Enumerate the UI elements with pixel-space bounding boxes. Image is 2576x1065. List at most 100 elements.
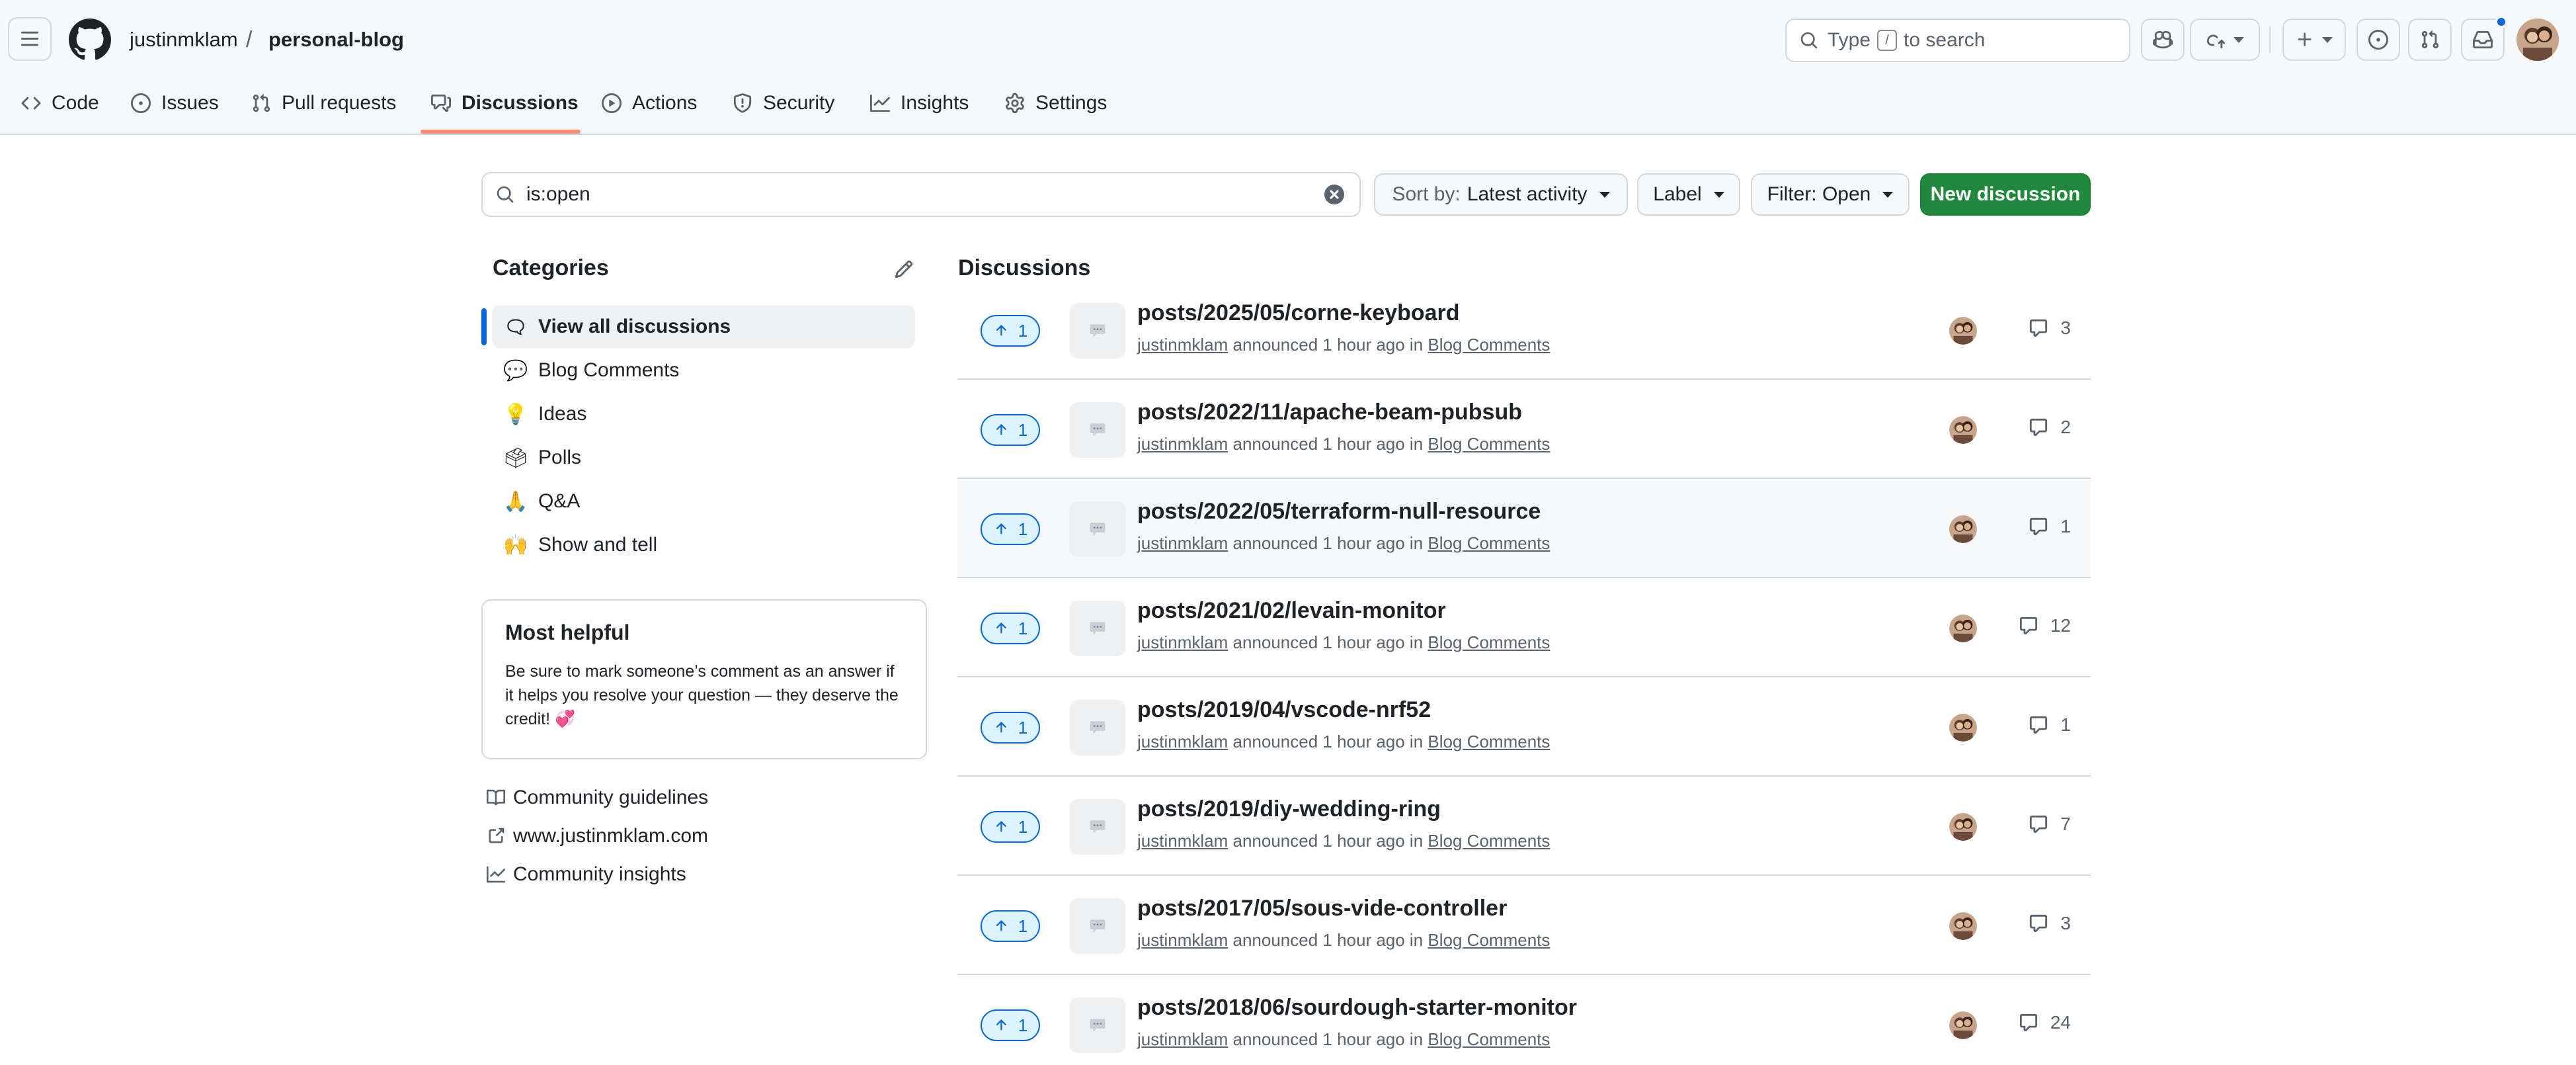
participant-avatar[interactable] [1949,416,1977,444]
edit-categories-icon[interactable] [894,259,914,279]
user-avatar[interactable] [2516,19,2559,61]
discussion-meta: justinmklam announced 1 hour ago in Blog… [1137,831,1550,851]
discussion-row[interactable]: 1 posts/2019/04/vscode-nrf52 justinmklam a… [957,677,2091,777]
global-search-input[interactable]: Type / to search [1785,19,2130,62]
category-ideas[interactable]: 💡 Ideas [492,393,915,435]
comment-count-link[interactable]: 12 [2019,615,2071,636]
upvote-button[interactable]: 1 [981,1009,1040,1041]
discussion-row[interactable]: 1 posts/2019/diy-wedding-ring justinmklam … [957,777,2091,876]
pull-requests-button[interactable] [2408,19,2452,61]
author-link[interactable]: justinmklam [1137,1029,1228,1049]
tab-discussions[interactable]: Discussions [431,85,579,122]
comment-count-link[interactable]: 3 [2029,913,2071,934]
participant-avatar[interactable] [1949,1011,1977,1039]
discussion-title-link[interactable]: posts/2019/04/vscode-nrf52 [1137,697,1431,723]
filter-dropdown[interactable]: Filter: Open [1751,173,1910,216]
comment-count-link[interactable]: 2 [2029,417,2071,438]
discussion-row[interactable]: 1 posts/2022/11/apache-beam-pubsub justinm… [957,380,2091,479]
sort-dropdown[interactable]: Sort by: Latest activity [1374,173,1628,216]
discussion-row[interactable]: 1 posts/2022/05/terraform-null-resource ju… [957,479,2091,578]
category-link[interactable]: Blog Comments [1428,533,1550,553]
discussion-search-input[interactable]: is:open [481,172,1361,217]
category-link[interactable]: Blog Comments [1428,1029,1550,1049]
upvote-button[interactable]: 1 [981,315,1040,347]
upvote-button[interactable]: 1 [981,712,1040,744]
upvote-button[interactable]: 1 [981,910,1040,942]
discussion-title-link[interactable]: posts/2022/11/apache-beam-pubsub [1137,400,1522,425]
author-link[interactable]: justinmklam [1137,930,1228,950]
upvote-button[interactable]: 1 [981,414,1040,446]
tab-insights[interactable]: Insights [870,85,969,122]
issues-button[interactable] [2356,19,2400,61]
community-insights-link[interactable]: Community insights [487,860,686,889]
website-link[interactable]: www.justinmklam.com [487,822,708,851]
participant-avatar[interactable] [1949,714,1977,742]
label-dropdown[interactable]: Label [1637,173,1740,216]
create-new-button[interactable] [2282,19,2346,61]
code-icon [21,97,41,110]
comment-icon [2030,815,2048,833]
github-logo-icon[interactable] [69,19,111,61]
comment-count-link[interactable]: 1 [2029,714,2071,736]
copilot-button[interactable] [2141,19,2185,61]
discussion-row[interactable]: 1 posts/2021/02/levain-monitor justinmklam… [957,578,2091,677]
repo-name-link[interactable]: personal-blog [268,26,404,53]
category-link[interactable]: Blog Comments [1428,434,1550,454]
author-link[interactable]: justinmklam [1137,732,1228,751]
repo-owner-link[interactable]: justinmklam [130,26,238,53]
raised-hands-icon: 🙌 [503,534,528,556]
tab-settings[interactable]: Settings [1005,85,1107,122]
tab-issues[interactable]: Issues [131,85,219,122]
comment-count-link[interactable]: 3 [2029,318,2071,339]
category-link[interactable]: Blog Comments [1428,632,1550,652]
discussion-row[interactable]: 1 posts/2025/05/corne-keyboard justinmklam… [957,280,2091,380]
discussion-title-link[interactable]: posts/2021/02/levain-monitor [1137,598,1446,624]
participant-avatar[interactable] [1949,615,1977,642]
tab-actions[interactable]: Actions [602,85,697,122]
category-link[interactable]: Blog Comments [1428,831,1550,851]
author-link[interactable]: justinmklam [1137,434,1228,454]
community-guidelines-link[interactable]: Community guidelines [487,783,708,812]
tab-code[interactable]: Code [21,85,99,122]
author-link[interactable]: justinmklam [1137,632,1228,652]
comment-count-link[interactable]: 1 [2029,516,2071,537]
discussion-row[interactable]: 1 posts/2017/05/sous-vide-controller justi… [957,876,2091,975]
discussion-title-link[interactable]: posts/2025/05/corne-keyboard [1137,300,1460,326]
author-link[interactable]: justinmklam [1137,831,1228,851]
discussion-title-link[interactable]: posts/2018/06/sourdough-starter-monitor [1137,995,1577,1021]
comment-count-link[interactable]: 7 [2029,814,2071,835]
upvote-button[interactable]: 1 [981,811,1040,843]
copilot-icon [2153,30,2173,49]
participant-avatar[interactable] [1949,813,1977,841]
discussion-title-link[interactable]: posts/2022/05/terraform-null-resource [1137,499,1541,525]
tab-pull-requests[interactable]: Pull requests [251,85,396,122]
speech-balloon-icon [1090,324,1106,337]
category-show-and-tell[interactable]: 🙌 Show and tell [492,524,915,566]
upvote-button[interactable]: 1 [981,613,1040,644]
participant-avatar[interactable] [1949,515,1977,543]
upvote-button[interactable]: 1 [981,513,1040,545]
discussion-title-link[interactable]: posts/2017/05/sous-vide-controller [1137,896,1507,921]
copilot-menu-button[interactable] [2190,19,2260,61]
global-header: justinmklam / personal-blog Type / to se… [0,0,2576,135]
category-link[interactable]: Blog Comments [1428,732,1550,751]
menu-button[interactable] [8,17,52,61]
tab-security[interactable]: Security [733,85,834,122]
category-blog-comments[interactable]: 💬 Blog Comments [492,349,915,392]
participant-avatar[interactable] [1949,912,1977,940]
category-qa[interactable]: 🙏 Q&A [492,480,915,523]
discussion-action: announced 1 hour ago in [1232,831,1424,851]
category-link[interactable]: Blog Comments [1428,335,1550,355]
discussion-action: announced 1 hour ago in [1232,533,1424,553]
comment-count-link[interactable]: 24 [2019,1012,2071,1033]
discussion-title-link[interactable]: posts/2019/diy-wedding-ring [1137,796,1441,822]
clear-search-icon[interactable] [1324,184,1345,205]
category-polls[interactable]: 🗳 Polls [492,437,915,479]
category-link[interactable]: Blog Comments [1428,930,1550,950]
author-link[interactable]: justinmklam [1137,533,1228,553]
participant-avatar[interactable] [1949,317,1977,345]
author-link[interactable]: justinmklam [1137,335,1228,355]
category-view-all[interactable]: 🗨 View all discussions [492,306,915,348]
new-discussion-button[interactable]: New discussion [1920,173,2091,216]
discussion-row[interactable]: 1 posts/2018/06/sourdough-starter-monitor… [957,975,2091,1065]
